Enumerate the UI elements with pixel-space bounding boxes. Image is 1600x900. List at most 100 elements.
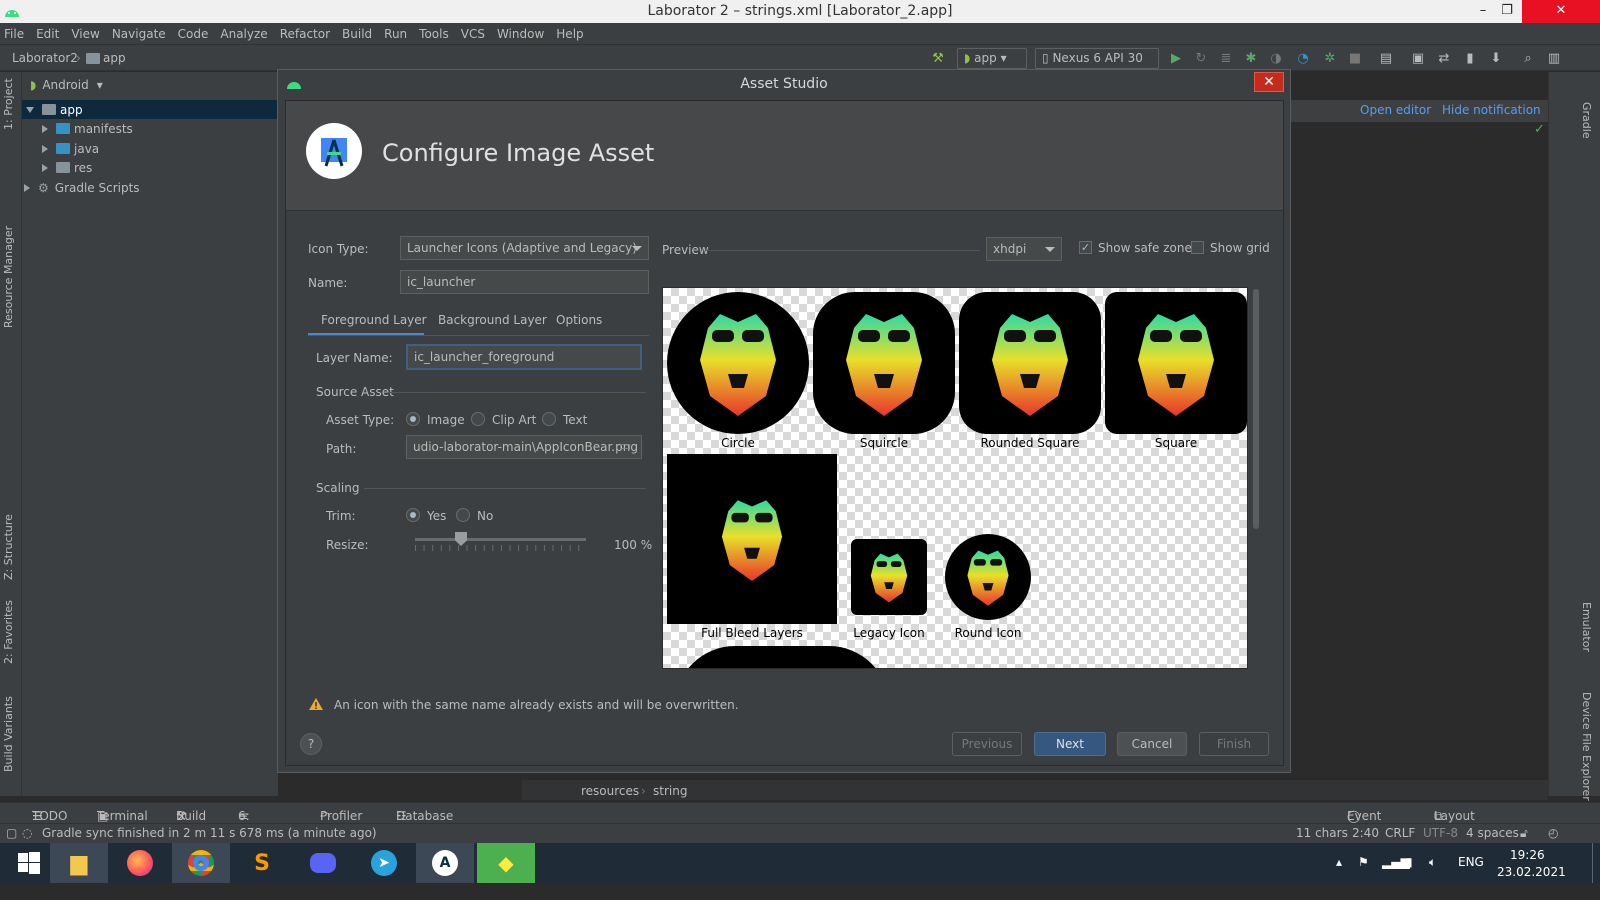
tab-project[interactable]: 1: Project [2, 78, 15, 130]
layer-name-input[interactable]: ic_launcher_foreground [406, 344, 642, 370]
menu-view[interactable]: View [71, 27, 99, 41]
debug-icon[interactable]: ✱ [1243, 50, 1259, 66]
menu-run[interactable]: Run [384, 27, 407, 41]
status-line-separator[interactable]: CRLF [1385, 826, 1415, 840]
menu-code[interactable]: Code [178, 27, 209, 41]
tray-language[interactable]: ENG [1458, 855, 1484, 869]
show-safe-zone-label[interactable]: Show safe zone [1098, 241, 1192, 255]
tab-resource-manager[interactable]: Resource Manager [2, 226, 15, 328]
menu-file[interactable]: File [4, 27, 24, 41]
show-grid-checkbox[interactable] [1191, 241, 1204, 254]
status-indent[interactable]: 4 spaces [1466, 826, 1519, 840]
trim-yes-radio[interactable] [406, 508, 420, 522]
menu-edit[interactable]: Edit [36, 27, 59, 41]
menu-build[interactable]: Build [342, 27, 372, 41]
hide-notification-link[interactable]: Hide notification [1442, 103, 1541, 117]
device-select[interactable]: ▯ Nexus 6 API 30 ▾ [1035, 48, 1159, 79]
density-select[interactable]: xhdpi [986, 237, 1062, 261]
taskbar-android-studio[interactable]: A [416, 843, 474, 883]
taskbar-firefox[interactable] [111, 843, 169, 883]
tab-favorites[interactable]: 2: Favorites [2, 600, 15, 664]
apply-changes-icon[interactable]: ≣ [1218, 50, 1234, 66]
asset-type-clipart-label[interactable]: Clip Art [492, 413, 536, 427]
menu-window[interactable]: Window [497, 27, 544, 41]
trim-no-label[interactable]: No [477, 509, 493, 523]
project-structure-icon[interactable]: ▤ [1378, 50, 1394, 66]
profile-icon[interactable]: ◔ [1295, 50, 1311, 66]
previous-button[interactable]: Previous [952, 732, 1022, 756]
dialog-close-button[interactable]: ✕ [1254, 72, 1284, 92]
stop-icon[interactable]: ■ [1347, 50, 1363, 66]
menu-navigate[interactable]: Navigate [112, 27, 166, 41]
icon-type-select[interactable]: Launcher Icons (Adaptive and Legacy) [400, 236, 649, 260]
cancel-button[interactable]: Cancel [1117, 732, 1187, 756]
crumb-string[interactable]: string [653, 784, 687, 798]
rerun-icon[interactable]: ↻ [1193, 50, 1209, 66]
project-view-selector[interactable]: ◗ Android ▾ [22, 72, 278, 98]
open-editor-link[interactable]: Open editor [1360, 103, 1431, 117]
tray-flag-icon[interactable]: ⚑ [1358, 855, 1369, 869]
tab-options[interactable]: Options [556, 313, 602, 327]
tray-battery-icon[interactable]: ▮ [1406, 855, 1413, 869]
resize-slider[interactable] [415, 531, 586, 553]
hammer-icon[interactable]: ⚒ [930, 50, 946, 66]
tab-gradle[interactable]: Gradle [1580, 102, 1593, 139]
status-position[interactable]: 2:40 [1352, 826, 1379, 840]
slider-thumb[interactable] [455, 532, 467, 546]
sdk-manager-icon[interactable]: ⬇ [1488, 50, 1504, 66]
show-grid-label[interactable]: Show grid [1210, 241, 1270, 255]
trim-yes-label[interactable]: Yes [427, 509, 446, 523]
browse-folder-icon[interactable]: ▭ [619, 439, 631, 454]
tab-device-file-explorer[interactable]: Device File Explorer [1580, 692, 1593, 801]
next-button[interactable]: Next [1034, 732, 1106, 756]
device-manager-icon[interactable]: ▮ [1462, 50, 1478, 66]
asset-type-text-label[interactable]: Text [563, 413, 587, 427]
attach-debugger-icon[interactable]: ✲ [1322, 50, 1338, 66]
tree-item-manifests[interactable]: manifests [42, 119, 133, 138]
menu-analyze[interactable]: Analyze [220, 27, 267, 41]
show-safe-zone-checkbox[interactable]: ✓ [1079, 241, 1092, 254]
tray-time[interactable]: 19:26 [1510, 848, 1545, 862]
status-panel-icon[interactable]: ▢ [6, 826, 17, 840]
tree-item-gradle-scripts[interactable]: ⚙ Gradle Scripts [24, 178, 140, 197]
search-icon[interactable]: ⌕ [1520, 50, 1536, 66]
show-desktop-button[interactable] [1592, 843, 1600, 883]
taskbar-explorer[interactable]: ▆ [50, 843, 108, 883]
taskbar-discord[interactable] [294, 843, 352, 883]
menu-tools[interactable]: Tools [419, 27, 449, 41]
status-message[interactable]: Gradle sync finished in 2 m 11 s 678 ms … [42, 826, 377, 840]
tab-foreground-layer[interactable]: Foreground Layer [321, 313, 427, 327]
lock-icon[interactable]: 🔓︎ [1520, 826, 1528, 841]
taskbar-telegram[interactable]: ➤ [355, 843, 413, 883]
status-encoding[interactable]: UTF-8 [1423, 826, 1458, 840]
sync-gradle-icon[interactable]: ▣ [1410, 50, 1426, 66]
asset-type-image-label[interactable]: Image [427, 413, 465, 427]
run-icon[interactable]: ▶ [1168, 50, 1184, 66]
coverage-icon[interactable]: ◑ [1268, 50, 1284, 66]
close-window-button[interactable]: ✕ [1522, 0, 1600, 23]
trim-no-radio[interactable] [456, 508, 470, 522]
menu-vcs[interactable]: VCS [461, 27, 485, 41]
tab-emulator[interactable]: Emulator [1580, 602, 1593, 652]
crumb-resources[interactable]: resources [581, 784, 639, 798]
tab-background-layer[interactable]: Background Layer [438, 313, 547, 327]
taskbar-chrome[interactable] [172, 843, 230, 883]
taskbar-emulator[interactable]: ◆ [477, 843, 535, 883]
help-button[interactable]: ? [300, 733, 322, 755]
tray-date[interactable]: 23.02.2021 [1497, 865, 1566, 879]
avd-manager-icon[interactable]: ⇄ [1436, 50, 1452, 66]
tray-volume-icon[interactable]: 🔈︎ [1429, 855, 1436, 870]
tree-item-res[interactable]: res [42, 158, 92, 177]
run-config-select[interactable]: ◗ app ▾ [957, 48, 1027, 69]
tab-structure[interactable]: Z: Structure [2, 514, 15, 580]
breadcrumb-module[interactable]: app [103, 51, 126, 65]
taskbar-sublime[interactable]: S [233, 843, 291, 883]
path-input[interactable]: udio-laborator-main\AppIconBear.png [406, 435, 642, 459]
tray-expand-icon[interactable]: ▴ [1336, 855, 1342, 869]
preview-scrollbar[interactable] [1252, 287, 1260, 669]
scrollbar-thumb[interactable] [1253, 289, 1259, 529]
settings-icon[interactable]: ▥ [1546, 50, 1562, 66]
asset-type-image-radio[interactable] [406, 412, 420, 426]
finish-button[interactable]: Finish [1199, 732, 1269, 756]
breadcrumb-project[interactable]: Laborator2 [12, 51, 78, 65]
